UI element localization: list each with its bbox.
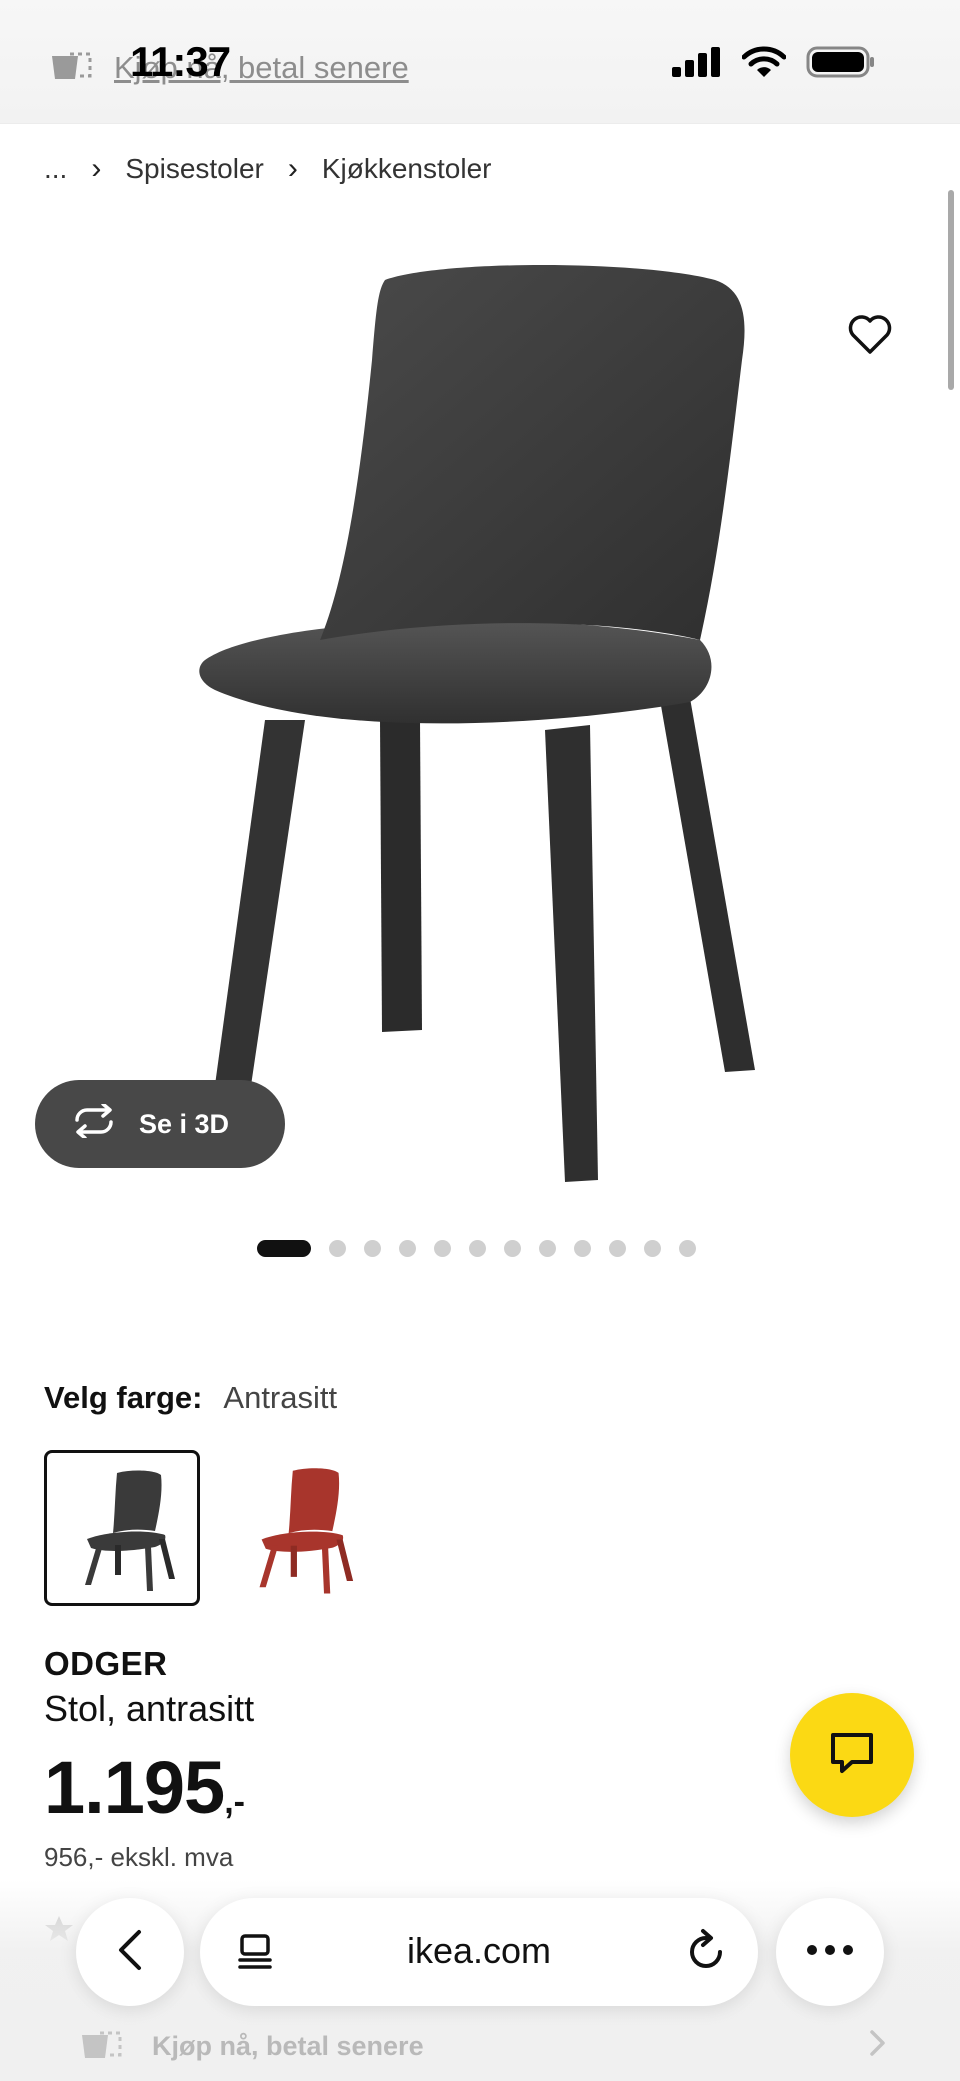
favorite-heart-icon[interactable] [846,310,894,358]
gallery-dot[interactable] [399,1240,416,1257]
color-swatch-antrasitt[interactable] [44,1450,200,1606]
color-picker-label: Velg farge: Antrasitt [44,1380,337,1416]
more-dots-icon [806,1943,854,1961]
chevron-left-icon [115,1928,145,1977]
chevron-right-icon [868,2028,888,2065]
gallery-dot[interactable] [504,1240,521,1257]
cart-icon [78,2025,124,2068]
breadcrumb-item-kjokkenstoler[interactable]: Kjøkkenstoler [322,153,492,185]
cart-icon [48,46,94,90]
product-image[interactable] [0,220,960,1220]
color-selected-value: Antrasitt [223,1380,338,1415]
gallery-dot[interactable] [434,1240,451,1257]
status-bar: Kjøp nå, betal senere 11:37 [0,0,960,124]
breadcrumb-ellipsis[interactable]: ... [44,153,67,185]
gallery-dot[interactable] [329,1240,346,1257]
chat-bubble-icon [828,1730,876,1781]
gallery-dot[interactable] [574,1240,591,1257]
bottom-promo-banner[interactable]: Kjøp nå, betal senere [78,2025,888,2068]
view-in-3d-label: Se i 3D [139,1108,230,1139]
address-bar[interactable]: ikea.com [200,1898,758,2006]
gallery-dot[interactable] [609,1240,626,1257]
more-options-button[interactable] [776,1898,884,2006]
chevron-right-icon: › [287,152,298,185]
price-ex-vat: 956,- ekskl. mva [44,1842,234,1872]
bottom-promo-text: Kjøp nå, betal senere [152,2031,424,2061]
price-amount: 1.195 [44,1746,225,1829]
reload-icon[interactable] [684,1928,728,1979]
price-suffix: ,- [224,1783,245,1821]
gallery-dot[interactable] [679,1240,696,1257]
product-name: ODGER [44,1645,168,1682]
url-text[interactable]: ikea.com [200,1930,758,1972]
gallery-dot[interactable] [469,1240,486,1257]
gallery-dot[interactable] [364,1240,381,1257]
breadcrumb-item-spisestoler[interactable]: Spisestoler [125,153,264,185]
wifi-icon [741,46,787,83]
view-in-3d-button[interactable]: Se i 3D [35,1080,285,1168]
product-description: Stol, antrasitt [44,1688,255,1729]
rotate-3d-icon [71,1101,117,1145]
gallery-dot[interactable] [644,1240,661,1257]
gallery-dot[interactable] [539,1240,556,1257]
battery-icon [806,46,876,83]
status-icons [672,46,876,83]
status-time: 11:37 [130,38,231,85]
gallery-pagination [257,1240,696,1257]
cellular-signal-icon [672,47,722,82]
chat-button[interactable] [790,1693,914,1817]
product-page: Kjøp nå, betal senere 11:37 ... › Spises… [0,0,960,2081]
color-label-heading: Velg farge: [44,1380,203,1415]
gallery-dot-active[interactable] [257,1240,311,1257]
color-swatch-red[interactable] [220,1450,376,1606]
browser-back-button[interactable] [76,1898,184,2006]
chevron-right-icon: › [91,152,102,185]
breadcrumb: ... › Spisestoler › Kjøkkenstoler [44,152,491,186]
product-price: 1.195 ,- [44,1745,245,1830]
